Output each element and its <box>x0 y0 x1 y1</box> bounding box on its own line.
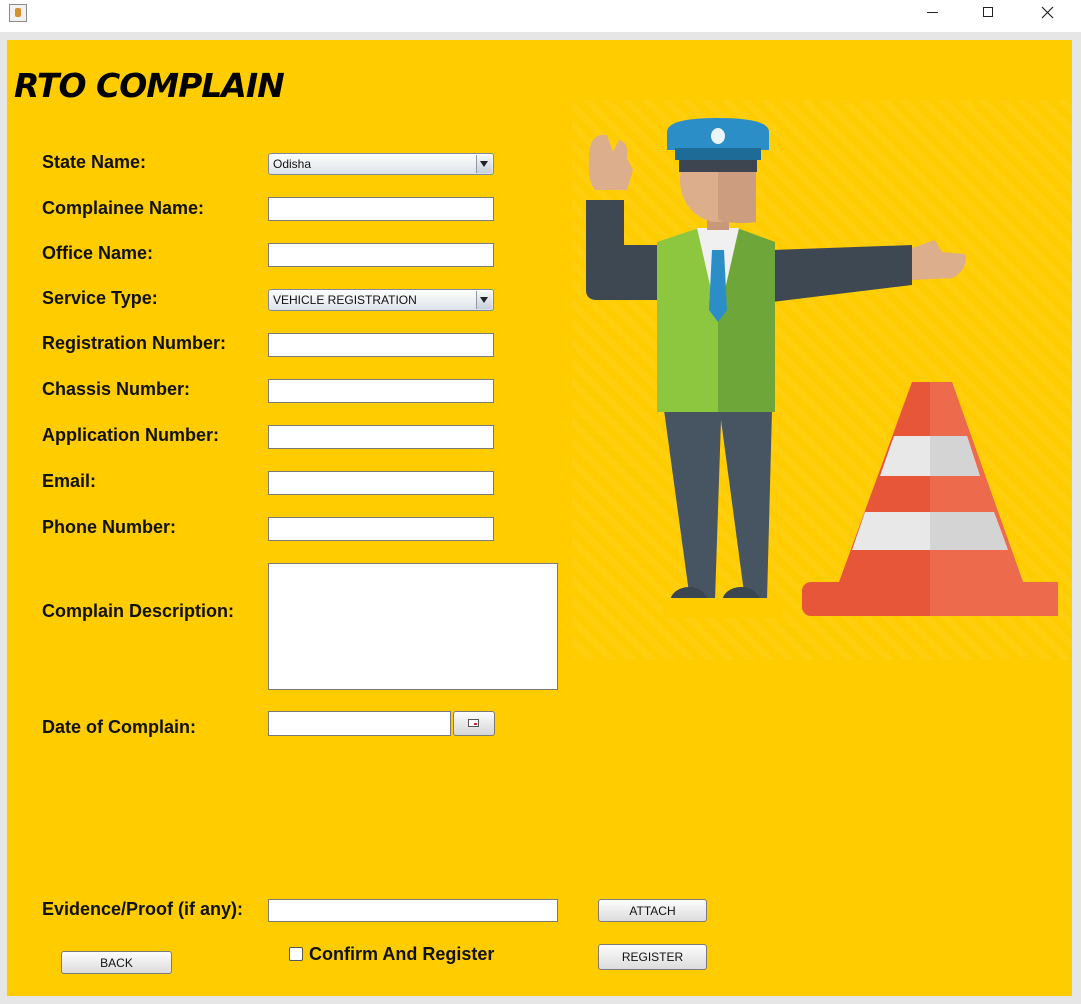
back-button[interactable]: BACK <box>61 951 172 974</box>
office-name-field[interactable] <box>268 243 494 267</box>
complaint-form-panel: RTO COMPLAIN State Name: Odisha Complain… <box>7 40 1072 996</box>
window-titlebar <box>0 0 1081 32</box>
chevron-down-icon[interactable] <box>476 291 492 309</box>
confirm-checkbox[interactable] <box>289 947 303 961</box>
register-button[interactable]: REGISTER <box>598 944 707 970</box>
registration-number-field[interactable] <box>268 333 494 357</box>
chevron-down-icon[interactable] <box>476 155 492 173</box>
close-icon[interactable] <box>1025 0 1071 28</box>
page-title: RTO COMPLAIN <box>14 66 285 105</box>
minimize-icon[interactable] <box>910 0 956 28</box>
calendar-icon <box>468 719 479 727</box>
complainee-name-field[interactable] <box>268 197 494 221</box>
date-of-complain-field[interactable] <box>268 711 451 736</box>
complain-description-textarea[interactable] <box>268 563 558 690</box>
state-name-value: Odisha <box>273 157 312 171</box>
complain-description-label: Complain Description: <box>42 601 235 621</box>
service-type-value: VEHICLE REGISTRATION <box>273 293 417 307</box>
attach-button[interactable]: ATTACH <box>598 899 707 922</box>
complainee-name-label: Complainee Name: <box>42 198 205 218</box>
email-label: Email: <box>42 471 97 491</box>
application-number-label: Application Number: <box>42 425 220 445</box>
state-name-dropdown[interactable]: Odisha <box>268 153 494 175</box>
date-of-complain-label: Date of Complain: <box>42 717 197 737</box>
confirm-checkbox-label[interactable]: Confirm And Register <box>309 944 494 965</box>
maximize-icon[interactable] <box>966 0 1012 28</box>
email-field[interactable] <box>268 471 494 495</box>
phone-number-label: Phone Number: <box>42 517 177 537</box>
chassis-number-label: Chassis Number: <box>42 379 191 399</box>
registration-number-label: Registration Number: <box>42 333 227 353</box>
state-name-label: State Name: <box>42 152 147 172</box>
office-name-label: Office Name: <box>42 243 154 263</box>
evidence-proof-field[interactable] <box>268 899 558 922</box>
calendar-button[interactable] <box>453 711 495 736</box>
service-type-dropdown[interactable]: VEHICLE REGISTRATION <box>268 289 494 311</box>
application-number-field[interactable] <box>268 425 494 449</box>
phone-number-field[interactable] <box>268 517 494 541</box>
service-type-label: Service Type: <box>42 288 158 308</box>
java-coffee-icon <box>9 4 27 22</box>
chassis-number-field[interactable] <box>268 379 494 403</box>
evidence-proof-label: Evidence/Proof (if any): <box>42 899 244 919</box>
